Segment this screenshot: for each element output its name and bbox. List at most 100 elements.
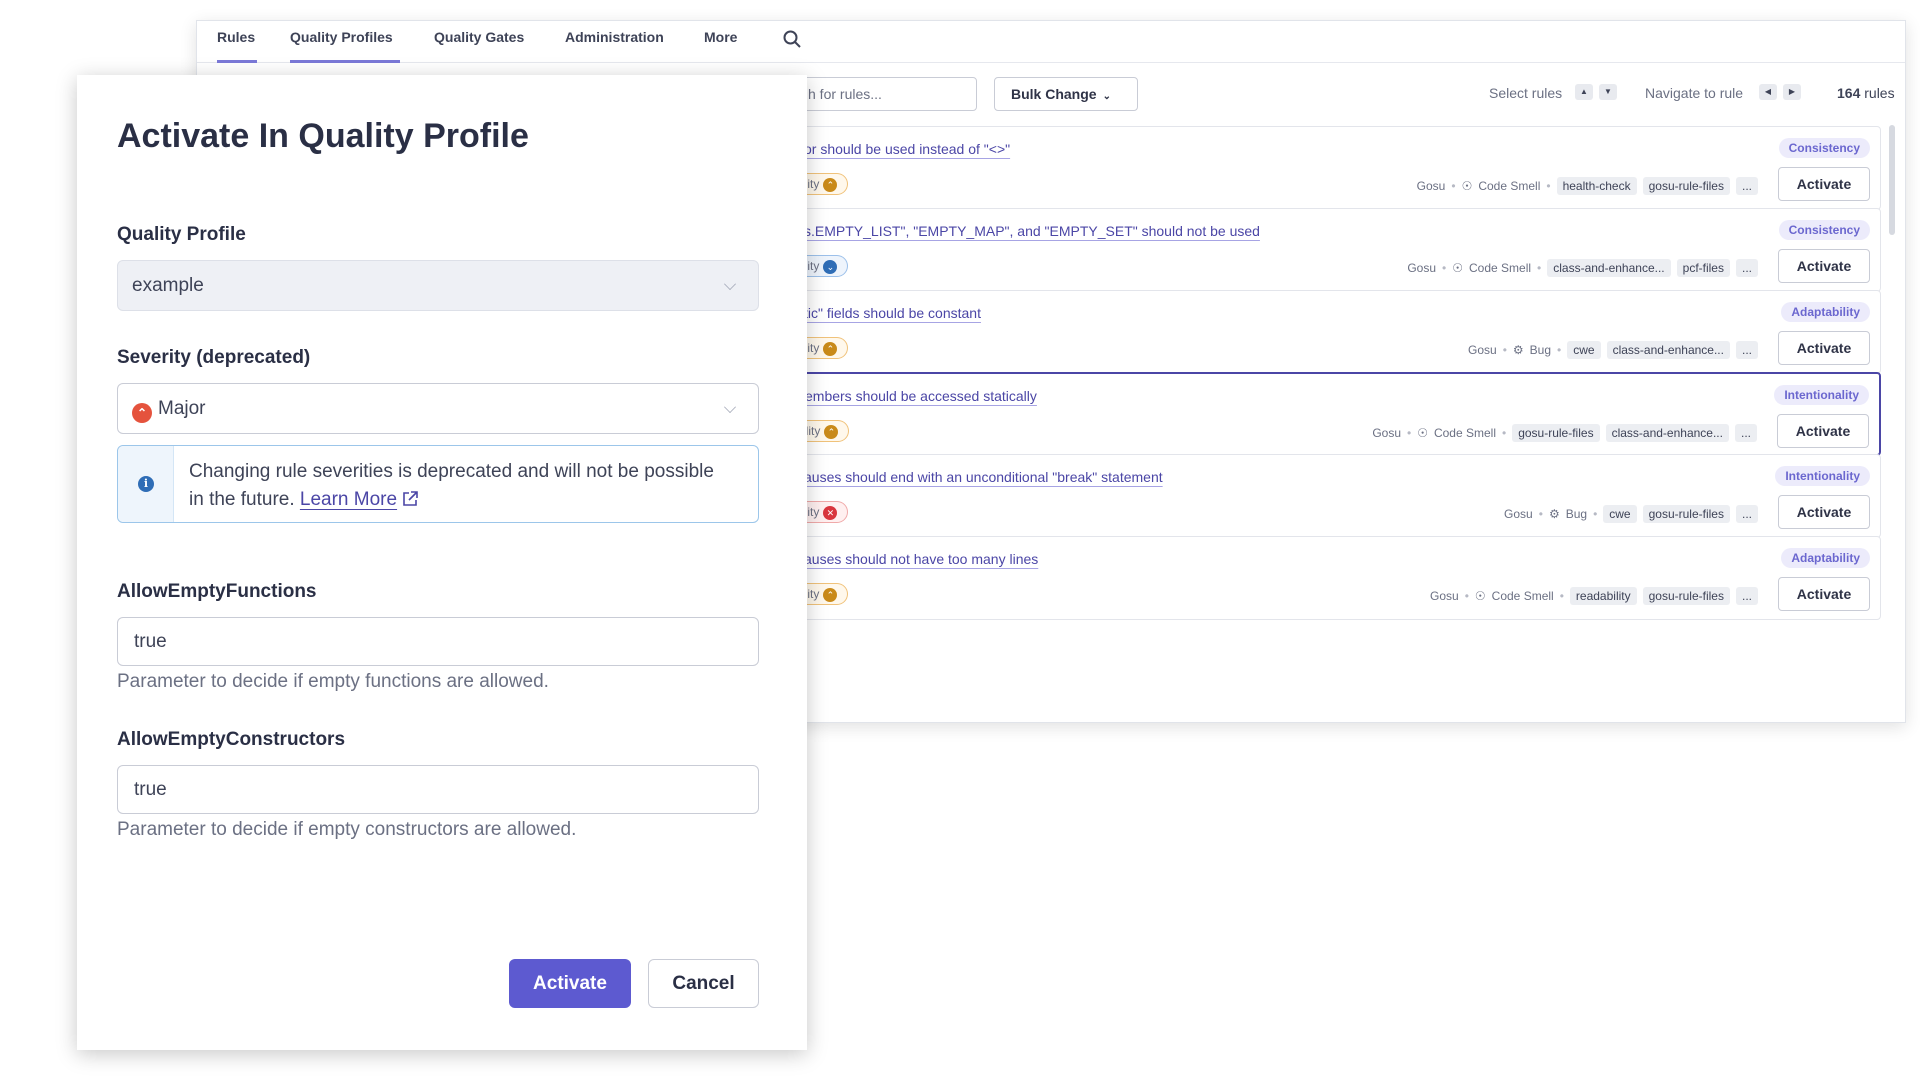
more-tags[interactable]: ... xyxy=(1734,424,1757,442)
top-navigation: Rules Quality Profiles Quality Gates Adm… xyxy=(197,21,1905,63)
code-smell-icon: ☉ xyxy=(1461,179,1473,193)
rule-type: Code Smell xyxy=(1478,179,1541,193)
rules-count: 164 rules xyxy=(1837,85,1895,101)
severity-medium-icon: ⌃ xyxy=(823,177,838,192)
rule-tag: class-and-enhance... xyxy=(1606,341,1730,359)
severity-high-icon: ✕ xyxy=(823,505,838,520)
rule-meta: Gosu • ⚙ Bug • cwe class-and-enhance...... xyxy=(1468,341,1758,359)
severity-medium-icon: ⌃ xyxy=(824,424,839,439)
select-previous-rule-icon[interactable]: ▲ xyxy=(1575,84,1593,100)
cancel-button[interactable]: Cancel xyxy=(648,959,759,1008)
info-icon: i xyxy=(138,476,154,492)
rule-tag: gosu-rule-files xyxy=(1642,177,1730,195)
rule-tag: health-check xyxy=(1556,177,1637,195)
rule-title-link[interactable]: s.EMPTY_LIST", "EMPTY_MAP", and "EMPTY_S… xyxy=(804,223,1260,239)
rule-language: Gosu xyxy=(1407,261,1437,275)
rule-row: tic" fields should be constant Adaptabil… xyxy=(797,290,1881,374)
rule-search-input[interactable]: h for rules... xyxy=(797,77,977,111)
severity-medium-icon: ⌃ xyxy=(823,341,838,356)
clean-code-attribute-badge: Adaptability xyxy=(1781,548,1870,568)
navigate-next-icon[interactable]: ▶ xyxy=(1783,84,1801,100)
rule-tag: cwe xyxy=(1567,341,1601,359)
tab-quality-profiles[interactable]: Quality Profiles xyxy=(290,21,400,63)
dialog-title: Activate In Quality Profile xyxy=(117,117,529,155)
code-smell-icon: ☉ xyxy=(1474,589,1486,603)
tab-more[interactable]: More xyxy=(704,21,737,63)
clean-code-attribute-badge: Intentionality xyxy=(1774,385,1869,405)
rule-title-link[interactable]: tic" fields should be constant xyxy=(804,305,981,321)
rule-title-link[interactable]: auses should not have too many lines xyxy=(804,551,1038,567)
rule-tag: class-and-enhance... xyxy=(1547,259,1671,277)
tab-rules-underline xyxy=(217,21,257,63)
rule-tag: gosu-rule-files xyxy=(1512,424,1600,442)
activate-rule-button[interactable]: Activate xyxy=(1777,414,1869,448)
allow-empty-constructors-input[interactable]: true xyxy=(117,765,759,814)
deprecation-info-message: i Changing rule severities is deprecated… xyxy=(117,445,759,523)
more-tags[interactable]: ... xyxy=(1735,259,1758,277)
bulk-change-button[interactable]: Bulk Change ⌄ xyxy=(994,77,1138,111)
rule-language: Gosu xyxy=(1430,589,1459,603)
navigate-previous-icon[interactable]: ◀ xyxy=(1759,84,1777,100)
more-tags[interactable]: ... xyxy=(1735,505,1758,523)
select-next-rule-icon[interactable]: ▼ xyxy=(1599,84,1617,100)
search-icon[interactable] xyxy=(782,29,802,49)
rule-type: Code Smell xyxy=(1433,426,1496,440)
clean-code-attribute-badge: Intentionality xyxy=(1775,466,1870,486)
select-rules-label: Select rules xyxy=(1489,85,1563,101)
bug-icon: ⚙ xyxy=(1512,343,1524,357)
activate-rule-button[interactable]: Activate xyxy=(1778,577,1870,611)
rule-type: Bug xyxy=(1565,507,1588,521)
bulk-change-label: Bulk Change xyxy=(1011,86,1097,102)
rule-meta: Gosu • ⚙ Bug • cwe gosu-rule-files... xyxy=(1504,505,1758,523)
tab-quality-gates[interactable]: Quality Gates xyxy=(434,21,524,63)
rule-meta: Gosu • ☉ Code Smell • class-and-enhance... pcf… xyxy=(1407,259,1758,277)
activate-rule-button[interactable]: Activate xyxy=(1778,331,1870,365)
rule-type: Code Smell xyxy=(1469,261,1532,275)
rule-row-selected: embers should be accessed statically Int… xyxy=(797,372,1881,456)
clean-code-attribute-badge: Consistency xyxy=(1778,138,1870,158)
severity-major-icon: ⌃ xyxy=(132,403,152,423)
activate-in-quality-profile-dialog: Activate In Quality Profile Quality Prof… xyxy=(77,75,807,1050)
bug-icon: ⚙ xyxy=(1548,507,1560,521)
quality-profile-label: Quality Profile xyxy=(117,224,246,245)
severity-select[interactable]: ⌃ Major xyxy=(117,383,759,434)
activate-rule-button[interactable]: Activate xyxy=(1778,249,1870,283)
rules-count-word: rules xyxy=(1864,85,1895,101)
allow-empty-constructors-help: Parameter to decide if empty constructor… xyxy=(117,819,577,840)
info-message-text: Changing rule severities is deprecated a… xyxy=(189,461,714,510)
learn-more-link[interactable]: Learn More xyxy=(300,489,419,510)
param-allow-empty-constructors-label: AllowEmptyConstructors xyxy=(117,729,346,750)
clean-code-attribute-badge: Adaptability xyxy=(1781,302,1870,322)
more-tags[interactable]: ... xyxy=(1735,177,1758,195)
rule-title-link[interactable]: embers should be accessed statically xyxy=(805,388,1037,404)
navigate-to-rule-label: Navigate to rule xyxy=(1645,85,1744,101)
rule-language: Gosu xyxy=(1504,507,1533,521)
severity-value: Major xyxy=(158,398,206,419)
activate-rule-button[interactable]: Activate xyxy=(1778,167,1870,201)
rule-title-link[interactable]: or should be used instead of "<>" xyxy=(804,141,1010,157)
clean-code-attribute-badge: Consistency xyxy=(1778,220,1870,240)
rule-language: Gosu xyxy=(1372,426,1401,440)
rule-tag: cwe xyxy=(1603,505,1637,523)
allow-empty-functions-input[interactable]: true xyxy=(117,617,759,666)
rule-row: auses should not have too many lines Ada… xyxy=(797,536,1881,620)
chevron-down-icon: ⌄ xyxy=(1102,91,1111,102)
param-allow-empty-functions-label: AllowEmptyFunctions xyxy=(117,581,317,602)
chevron-down-icon xyxy=(724,278,736,290)
rule-type: Bug xyxy=(1529,343,1552,357)
rule-title-link[interactable]: auses should end with an unconditional "… xyxy=(804,469,1163,485)
rule-tag: pcf-files xyxy=(1676,259,1730,277)
rule-type: Code Smell xyxy=(1491,589,1554,603)
activate-rule-button[interactable]: Activate xyxy=(1778,495,1870,529)
more-tags[interactable]: ... xyxy=(1735,587,1758,605)
tab-administration[interactable]: Administration xyxy=(565,21,664,63)
quality-profile-select[interactable]: example xyxy=(117,260,759,311)
rule-row: auses should end with an unconditional "… xyxy=(797,454,1881,538)
rule-row: or should be used instead of "<>" Consis… xyxy=(797,126,1881,210)
rule-tag: readability xyxy=(1569,587,1637,605)
rules-list-scrollbar[interactable] xyxy=(1889,125,1895,235)
activate-button[interactable]: Activate xyxy=(509,959,631,1008)
more-tags[interactable]: ... xyxy=(1735,341,1758,359)
chevron-down-icon xyxy=(724,401,736,413)
rule-row: s.EMPTY_LIST", "EMPTY_MAP", and "EMPTY_S… xyxy=(797,208,1881,292)
